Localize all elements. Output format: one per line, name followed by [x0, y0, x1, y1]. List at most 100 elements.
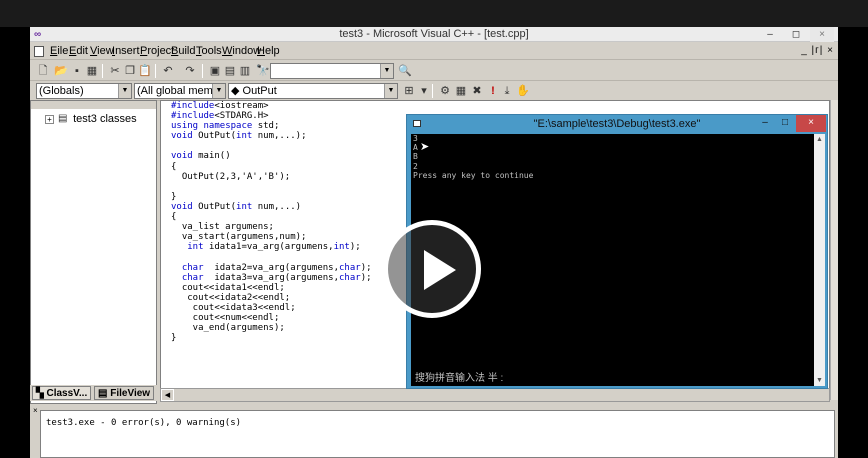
- code-line[interactable]: void main(): [171, 151, 372, 161]
- code-text[interactable]: #include<iostream> #include<STDARG.H> usin…: [171, 101, 372, 343]
- chevron-down-icon[interactable]: ▼: [384, 84, 397, 98]
- window-title: test3 - Microsoft Visual C++ - [test.cpp…: [339, 28, 529, 40]
- find-in-files-icon[interactable]: 🔭: [256, 64, 270, 78]
- tab-classview[interactable]: ▚ ClassV...: [32, 386, 92, 400]
- code-line[interactable]: va_list argumens;: [171, 222, 372, 232]
- new-file-icon[interactable]: 🗋: [36, 64, 50, 78]
- menu-file[interactable]: Eile: [50, 45, 68, 58]
- scroll-left-icon[interactable]: ◀: [161, 389, 174, 401]
- console-maximize-button[interactable]: □: [775, 115, 795, 132]
- build-icon[interactable]: ▦: [454, 84, 468, 98]
- console-title-bar[interactable]: "E:\sample\test3\Debug\test3.exe" – □ ×: [407, 115, 827, 134]
- wizard-bar: (Globals) ▼ (All global members ▼ ◆ OutP…: [30, 81, 838, 101]
- video-play-button[interactable]: [383, 220, 481, 318]
- menu-edit[interactable]: Edit: [69, 45, 88, 58]
- function-combo-value: ◆ OutPut: [231, 85, 277, 97]
- code-line[interactable]: cout<<num<<endl;: [171, 313, 372, 323]
- wizard-action-icon[interactable]: ⊞: [402, 84, 416, 98]
- console-minimize-button[interactable]: –: [755, 115, 775, 132]
- console-vertical-scrollbar[interactable]: ▲ ▼: [814, 134, 825, 386]
- mdi-window-controls[interactable]: _ |ᴦ| ×: [801, 45, 834, 56]
- find-icon[interactable]: 🔍: [398, 64, 412, 78]
- build-result-text: test3.exe - 0 error(s), 0 warning(s): [46, 418, 242, 428]
- save-icon[interactable]: ▪: [70, 64, 84, 78]
- editor-horizontal-scrollbar[interactable]: ◀: [160, 388, 830, 402]
- code-line[interactable]: {: [171, 212, 372, 222]
- workspace-panel: + ▤ test3 classes: [30, 100, 157, 404]
- code-line[interactable]: OutPut(2,3,'A','B');: [171, 172, 372, 182]
- scope-combo[interactable]: (Globals) ▼: [36, 83, 132, 99]
- console-line: 3: [413, 134, 418, 143]
- chevron-down-icon[interactable]: ▼: [212, 84, 225, 98]
- redo-icon[interactable]: ↷: [183, 64, 197, 78]
- undo-icon[interactable]: ↶: [161, 64, 175, 78]
- cut-icon[interactable]: ✂: [108, 64, 122, 78]
- editor-vertical-scrollbar[interactable]: [830, 100, 838, 400]
- code-line[interactable]: va_end(argumens);: [171, 323, 372, 333]
- menu-project[interactable]: Project: [140, 45, 174, 58]
- code-line[interactable]: char idata2=va_arg(argumens,char);: [171, 263, 372, 273]
- chevron-down-icon[interactable]: ▼: [118, 84, 131, 98]
- code-line[interactable]: }: [171, 333, 372, 343]
- copy-icon[interactable]: ❐: [123, 64, 137, 78]
- menu-view[interactable]: View: [90, 45, 114, 58]
- code-line[interactable]: [171, 141, 372, 151]
- tab-classview-label: ClassV...: [46, 388, 88, 399]
- go-icon[interactable]: ⤓: [500, 84, 514, 98]
- code-line[interactable]: char idata3=va_arg(argumens,char);: [171, 273, 372, 283]
- menu-insert[interactable]: Insert: [112, 45, 140, 58]
- scroll-up-icon[interactable]: ▲: [814, 134, 825, 145]
- code-line[interactable]: int idata1=va_arg(argumens,int);: [171, 242, 372, 252]
- code-line[interactable]: va_start(argumens,num);: [171, 232, 372, 242]
- window-list-icon[interactable]: ▥: [238, 64, 252, 78]
- minimize-button[interactable]: –: [758, 27, 782, 42]
- workspace-header: [31, 101, 156, 109]
- menu-help[interactable]: Help: [257, 45, 280, 58]
- breakpoint-icon[interactable]: ✋: [516, 84, 530, 98]
- code-line[interactable]: [171, 182, 372, 192]
- code-line[interactable]: #include<STDARG.H>: [171, 111, 372, 121]
- code-line[interactable]: using namespace std;: [171, 121, 372, 131]
- mouse-cursor-icon: ➤: [420, 141, 430, 153]
- open-folder-icon[interactable]: 📂: [54, 64, 68, 78]
- console-close-button[interactable]: ×: [796, 115, 826, 132]
- stop-build-icon[interactable]: ✖: [470, 84, 484, 98]
- code-line[interactable]: #include<iostream>: [171, 101, 372, 111]
- code-line[interactable]: }: [171, 192, 372, 202]
- function-combo[interactable]: ◆ OutPut ▼: [228, 83, 398, 99]
- code-line[interactable]: cout<<idata2<<endl;: [171, 293, 372, 303]
- members-combo[interactable]: (All global members ▼: [134, 83, 226, 99]
- output-window-icon[interactable]: ▤: [223, 64, 237, 78]
- console-line: Press any key to continue: [413, 170, 534, 180]
- code-line[interactable]: {: [171, 162, 372, 172]
- code-line[interactable]: void OutPut(int num,...);: [171, 131, 372, 141]
- menu-tools[interactable]: Tools: [196, 45, 222, 58]
- code-line[interactable]: void OutPut(int num,...): [171, 202, 372, 212]
- save-all-icon[interactable]: ▦: [85, 64, 99, 78]
- code-line[interactable]: cout<<idata3<<endl;: [171, 303, 372, 313]
- output-close-icon[interactable]: ×: [33, 407, 40, 415]
- maximize-button[interactable]: ◻: [784, 27, 808, 42]
- toolbar-separator: [432, 84, 433, 98]
- close-button[interactable]: ×: [810, 27, 834, 42]
- document-icon[interactable]: [34, 46, 44, 57]
- menu-tools-label: ools: [201, 45, 222, 57]
- paste-icon[interactable]: 📋: [138, 64, 152, 78]
- code-line[interactable]: [171, 252, 372, 262]
- menu-window[interactable]: Window: [222, 45, 261, 58]
- compile-icon[interactable]: ⚙: [438, 84, 452, 98]
- workspace-icon[interactable]: ▣: [208, 64, 222, 78]
- menu-file-label: ile: [57, 45, 69, 57]
- chevron-down-icon[interactable]: ▼: [380, 64, 393, 78]
- execute-icon[interactable]: !: [486, 84, 500, 98]
- expand-icon[interactable]: +: [45, 114, 54, 124]
- code-line[interactable]: cout<<idata1<<endl;: [171, 283, 372, 293]
- tab-fileview[interactable]: ▤ FileView: [94, 386, 155, 400]
- find-combo[interactable]: ▼: [270, 63, 394, 79]
- menu-build[interactable]: Build: [171, 45, 195, 58]
- wizard-dropdown-icon[interactable]: ▾: [417, 84, 431, 98]
- tree-item-test3-classes[interactable]: + ▤ test3 classes: [45, 113, 137, 125]
- workspace-tabs: ▚ ClassV... ▤ FileView: [30, 385, 160, 401]
- toolbar-separator: [155, 64, 156, 78]
- scroll-down-icon[interactable]: ▼: [814, 375, 825, 386]
